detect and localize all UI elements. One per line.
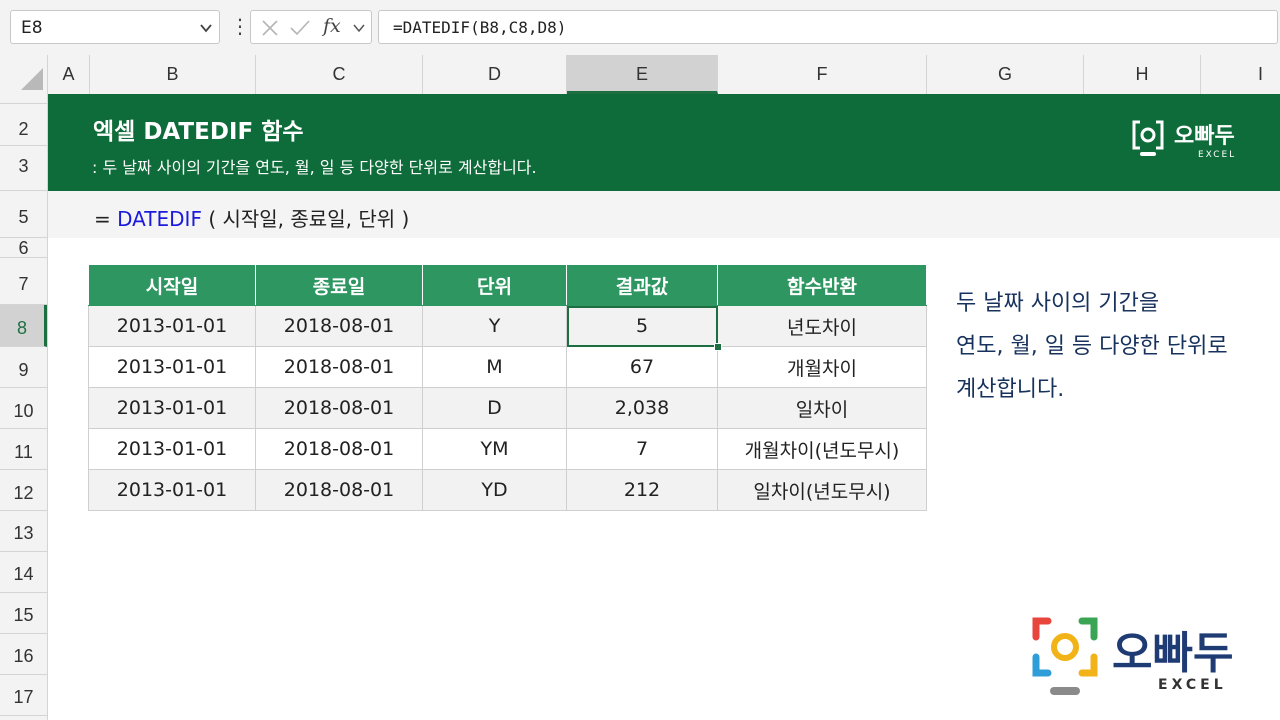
page-title: 엑셀 DATEDIF 함수 — [93, 119, 304, 145]
row-header-11[interactable]: 11 — [0, 429, 47, 470]
more-options-icon[interactable]: ⋮ — [230, 12, 250, 42]
banner-logo-name: 오빠두 — [1174, 124, 1235, 149]
cell-end-date[interactable]: 2018-08-01 — [255, 387, 423, 429]
cell-end-date[interactable]: 2018-08-01 — [255, 428, 423, 470]
chevron-down-icon[interactable] — [199, 21, 213, 35]
select-all-corner[interactable] — [0, 55, 48, 94]
function-syntax: = DATEDIF ( 시작일, 종료일, 단위 ) — [94, 203, 409, 232]
column-header-h[interactable]: H — [1084, 55, 1201, 94]
column-header-a[interactable]: A — [48, 55, 90, 94]
header-result[interactable]: 결과값 — [566, 264, 718, 306]
cell-unit[interactable]: YM — [422, 428, 567, 470]
row-header-15[interactable]: 15 — [0, 593, 47, 634]
logo-name: 오빠두 — [1112, 628, 1234, 679]
name-box-value: E8 — [21, 18, 43, 38]
row-headers: 2 3 5 6 7 8 9 10 11 12 13 14 15 16 17 — [0, 94, 48, 720]
cell-start-date[interactable]: 2013-01-01 — [88, 428, 256, 470]
formula-bar-buttons: fx — [250, 10, 372, 44]
camera-logo-icon — [1032, 617, 1098, 695]
cell-start-date[interactable]: 2013-01-01 — [88, 469, 256, 511]
row-header-14[interactable]: 14 — [0, 552, 47, 593]
cell-return[interactable]: 일차이 — [717, 387, 927, 429]
name-box[interactable]: E8 — [10, 10, 220, 44]
row-header-5[interactable]: 5 — [0, 191, 47, 238]
side-note-line: 연도, 월, 일 등 다양한 단위로 — [956, 334, 1228, 359]
row-header-1[interactable] — [0, 94, 47, 104]
cell-result-selected[interactable]: 5 — [566, 305, 718, 347]
row-header-16[interactable]: 16 — [0, 634, 47, 675]
column-header-e[interactable]: E — [567, 55, 718, 94]
column-header-d[interactable]: D — [423, 55, 567, 94]
syntax-arguments: ( 시작일, 종료일, 단위 ) — [201, 207, 410, 231]
logo-sub: EXCEL — [1158, 677, 1227, 693]
cell-unit[interactable]: M — [422, 346, 567, 388]
cell-unit[interactable]: YD — [422, 469, 567, 511]
row-header-9[interactable]: 9 — [0, 347, 47, 388]
enter-icon[interactable] — [289, 19, 311, 37]
header-start-date[interactable]: 시작일 — [88, 264, 256, 306]
row-header-3[interactable]: 3 — [0, 146, 47, 191]
header-return[interactable]: 함수반환 — [717, 264, 927, 306]
chevron-down-icon[interactable] — [353, 22, 365, 34]
cell-start-date[interactable]: 2013-01-01 — [88, 387, 256, 429]
header-end-date[interactable]: 종료일 — [255, 264, 423, 306]
cell-end-date[interactable]: 2018-08-01 — [255, 469, 423, 511]
cell-result[interactable]: 7 — [566, 428, 718, 470]
table-row: 2013-01-01 2018-08-01 YD 212 일차이(년도무시) — [88, 469, 927, 511]
brand-logo: 오빠두 EXCEL — [1030, 615, 1270, 705]
column-header-i[interactable]: I — [1201, 55, 1280, 94]
cell-unit[interactable]: Y — [422, 305, 567, 347]
select-all-triangle — [21, 68, 43, 90]
cell-return[interactable]: 개월차이 — [717, 346, 927, 388]
row-header-17[interactable]: 17 — [0, 675, 47, 716]
banner-logo: 오빠두 EXCEL — [1130, 118, 1250, 162]
formula-bar: E8 ⋮ fx =DATEDIF(B8,C8,D8) — [0, 0, 1280, 55]
table-row: 2013-01-01 2018-08-01 M 67 개월차이 — [88, 346, 927, 388]
syntax-row: = DATEDIF ( 시작일, 종료일, 단위 ) — [48, 191, 1280, 238]
side-note: 두 날짜 사이의 기간을 연도, 월, 일 등 다양한 단위로 계산합니다. — [956, 282, 1266, 411]
cell-return[interactable]: 일차이(년도무시) — [717, 469, 927, 511]
camera-logo-icon — [1132, 120, 1164, 156]
cell-return[interactable]: 개월차이(년도무시) — [717, 428, 927, 470]
banner-logo-sub: EXCEL — [1198, 150, 1237, 160]
title-banner: 엑셀 DATEDIF 함수 : 두 날짜 사이의 기간을 연도, 월, 일 등 … — [48, 94, 1280, 191]
cancel-icon[interactable] — [261, 19, 279, 37]
row-header-12[interactable]: 12 — [0, 470, 47, 511]
cell-result[interactable]: 2,038 — [566, 387, 718, 429]
cell-result[interactable]: 212 — [566, 469, 718, 511]
table-row: 2013-01-01 2018-08-01 YM 7 개월차이(년도무시) — [88, 428, 927, 470]
row-header-2[interactable]: 2 — [0, 104, 47, 146]
page-subtitle: : 두 날짜 사이의 기간을 연도, 월, 일 등 다양한 단위로 계산합니다. — [92, 158, 537, 177]
row-header-13[interactable]: 13 — [0, 511, 47, 552]
row-header-6[interactable]: 6 — [0, 238, 47, 258]
column-header-b[interactable]: B — [90, 55, 256, 94]
formula-input[interactable]: =DATEDIF(B8,C8,D8) — [378, 10, 1278, 44]
header-unit[interactable]: 단위 — [422, 264, 567, 306]
cell-end-date[interactable]: 2018-08-01 — [255, 346, 423, 388]
table-row: 2013-01-01 2018-08-01 D 2,038 일차이 — [88, 387, 927, 429]
example-table: 시작일 종료일 단위 결과값 함수반환 2013-01-01 2018-08-0… — [88, 264, 927, 511]
column-header-g[interactable]: G — [927, 55, 1084, 94]
fill-handle[interactable] — [714, 343, 722, 351]
table-header-row: 시작일 종료일 단위 결과값 함수반환 — [88, 264, 927, 306]
syntax-prefix: = — [94, 207, 118, 231]
column-header-c[interactable]: C — [256, 55, 423, 94]
formula-text: =DATEDIF(B8,C8,D8) — [393, 18, 567, 37]
row-header-10[interactable]: 10 — [0, 388, 47, 429]
insert-function-icon[interactable]: fx — [323, 15, 341, 37]
side-note-line: 두 날짜 사이의 기간을 — [956, 291, 1160, 316]
cell-return[interactable]: 년도차이 — [717, 305, 927, 347]
row-header-8[interactable]: 8 — [0, 305, 47, 347]
column-headers: A B C D E F G H I — [0, 55, 1280, 95]
syntax-function-name: DATEDIF — [117, 207, 202, 231]
table-row: 2013-01-01 2018-08-01 Y 5 년도차이 — [88, 305, 927, 347]
cell-unit[interactable]: D — [422, 387, 567, 429]
cell-start-date[interactable]: 2013-01-01 — [88, 346, 256, 388]
cell-start-date[interactable]: 2013-01-01 — [88, 305, 256, 347]
side-note-line: 계산합니다. — [956, 377, 1065, 402]
column-header-f[interactable]: F — [718, 55, 927, 94]
row-header-7[interactable]: 7 — [0, 258, 47, 305]
cell-end-date[interactable]: 2018-08-01 — [255, 305, 423, 347]
cell-result[interactable]: 67 — [566, 346, 718, 388]
